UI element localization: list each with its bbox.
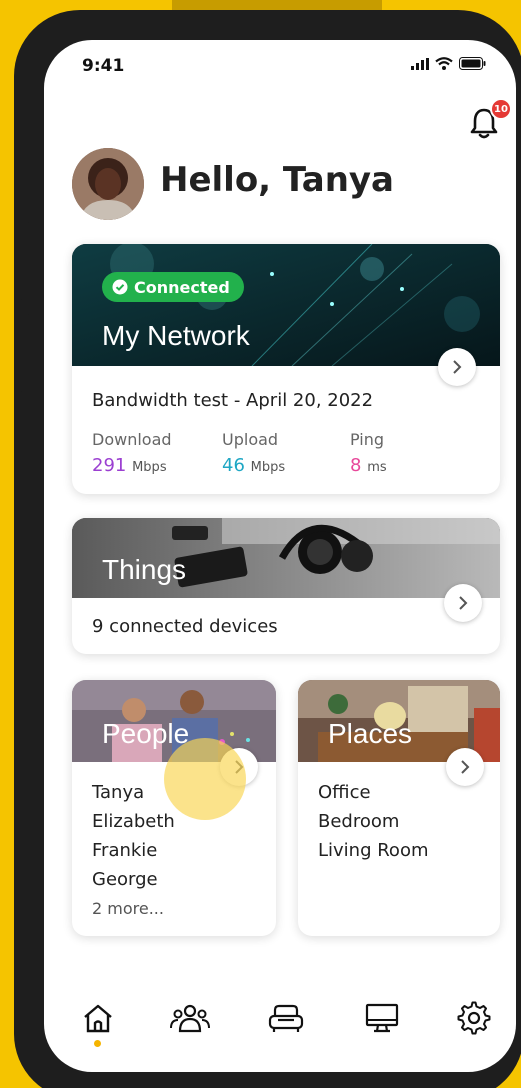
volume-down-button: [19, 314, 31, 392]
volume-up-button: [19, 222, 31, 300]
my-network-card[interactable]: Connected My Network Bandwidth test - Ap…: [72, 244, 500, 494]
ping-stat: Ping 8 ms: [350, 430, 387, 476]
people-list-item[interactable]: Elizabeth: [92, 807, 175, 836]
places-card[interactable]: Places Office Bedroom Living Room: [298, 680, 500, 936]
things-card-title: Things: [102, 554, 187, 585]
notification-badge: 10: [490, 98, 512, 120]
gear-icon: [457, 1001, 491, 1035]
download-unit: Mbps: [132, 460, 167, 475]
active-nav-indicator: [94, 1040, 101, 1047]
download-stat: Download 291 Mbps: [92, 430, 172, 476]
bandwidth-test-date: Bandwidth test - April 20, 2022: [92, 390, 374, 411]
people-card[interactable]: People Tanya Elizabeth Frankie George 2 …: [72, 680, 276, 936]
places-list-item[interactable]: Bedroom: [318, 807, 429, 836]
wifi-icon: [435, 57, 453, 70]
places-list-item[interactable]: Office: [318, 778, 429, 807]
download-value: 291: [92, 455, 127, 476]
couch-icon: [268, 1004, 304, 1032]
monitor-icon: [365, 1003, 399, 1033]
status-icons: [411, 57, 486, 70]
chevron-right-icon: [461, 760, 470, 774]
bottom-nav: [44, 980, 516, 1060]
places-card-title: Places: [328, 718, 413, 749]
people-list: Tanya Elizabeth Frankie George 2 more...: [92, 778, 175, 923]
people-list-item[interactable]: Tanya: [92, 778, 175, 807]
people-icon: [170, 1004, 210, 1033]
download-label: Download: [92, 430, 172, 449]
connected-status-badge: Connected: [102, 272, 244, 302]
upload-value: 46: [222, 455, 245, 476]
chevron-right-icon: [459, 596, 468, 610]
nav-home[interactable]: [78, 998, 118, 1038]
battery-icon: [459, 57, 486, 70]
upload-unit: Mbps: [250, 460, 286, 475]
upload-stat: Upload 46 Mbps: [222, 430, 285, 476]
nav-things[interactable]: [362, 998, 402, 1038]
things-card[interactable]: Things 9 connected devices: [72, 518, 500, 654]
ping-label: Ping: [350, 430, 385, 449]
network-card-title: My Network: [102, 320, 250, 351]
nav-places[interactable]: [266, 998, 306, 1038]
signal-icon: [411, 57, 429, 70]
people-more-link[interactable]: 2 more...: [92, 894, 175, 923]
nav-settings[interactable]: [454, 998, 494, 1038]
avatar-image: [72, 148, 144, 220]
places-open-button[interactable]: [446, 748, 484, 786]
things-open-button[interactable]: [444, 584, 482, 622]
tap-indicator: [164, 738, 246, 820]
connected-status-label: Connected: [134, 277, 230, 297]
avatar[interactable]: [72, 148, 144, 220]
chevron-right-icon: [453, 360, 462, 374]
status-time: 9:41: [82, 56, 125, 76]
phone-frame: 9:41 10 Hello, Tanya Connected My Networ…: [14, 10, 521, 1088]
check-circle-icon: [112, 279, 128, 295]
status-bar: 9:41: [44, 40, 516, 90]
home-icon: [84, 1004, 112, 1033]
people-card-title: People: [102, 718, 190, 749]
network-open-button[interactable]: [438, 348, 476, 386]
connected-devices-count: 9 connected devices: [92, 616, 278, 637]
people-list-item[interactable]: George: [92, 865, 175, 894]
nav-people[interactable]: [170, 998, 210, 1038]
places-list: Office Bedroom Living Room: [318, 778, 429, 865]
ping-value: 8: [350, 455, 362, 476]
upload-label: Upload: [222, 430, 279, 449]
phone-screen: 9:41 10 Hello, Tanya Connected My Networ…: [44, 40, 516, 1072]
ping-unit: ms: [367, 460, 387, 475]
places-list-item[interactable]: Living Room: [318, 836, 429, 865]
people-list-item[interactable]: Frankie: [92, 836, 175, 865]
greeting-heading: Hello, Tanya: [160, 160, 394, 200]
